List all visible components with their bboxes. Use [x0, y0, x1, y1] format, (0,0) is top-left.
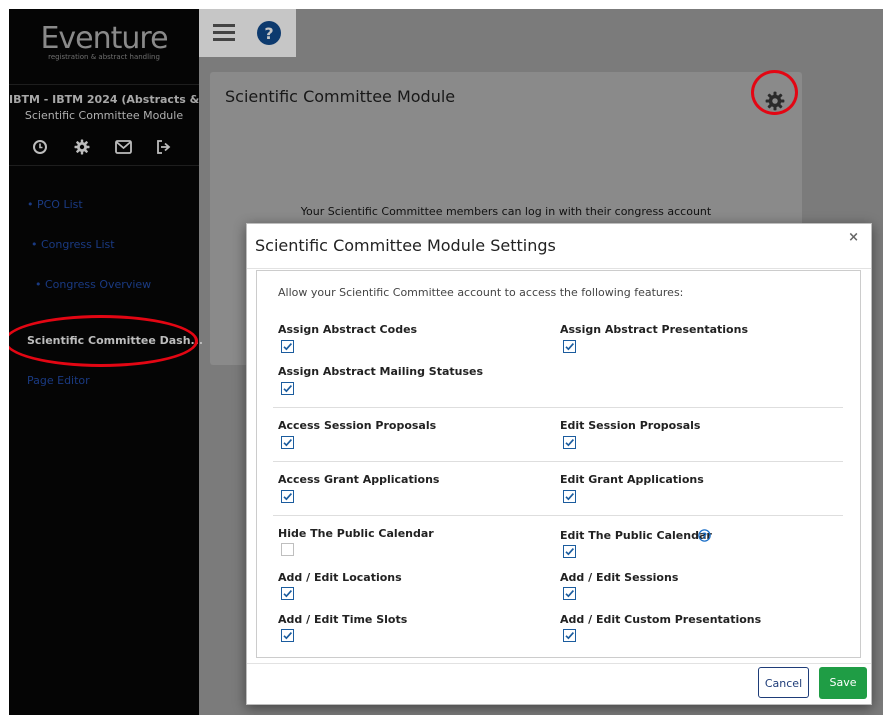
label-access-grant-applications: Access Grant Applications	[278, 473, 440, 486]
gear-icon[interactable]	[74, 139, 94, 157]
nav-item-page-editor[interactable]: Page Editor	[9, 374, 217, 387]
close-icon[interactable]: ×	[848, 230, 859, 245]
label-add-edit-sessions: Add / Edit Sessions	[560, 571, 679, 584]
intro-text: Allow your Scientific Committee account …	[278, 286, 684, 299]
logo: Eventure registration & abstract handlin…	[9, 21, 199, 62]
cancel-button[interactable]: Cancel	[758, 667, 809, 698]
menu-icon[interactable]	[213, 23, 235, 45]
topbar: ?	[199, 9, 296, 57]
nav-item-pco-list[interactable]: • PCO List	[9, 198, 217, 211]
group-divider	[273, 461, 843, 462]
modal-body: Allow your Scientific Committee account …	[256, 270, 861, 658]
context-title: IBTM - IBTM 2024 (Abstracts & Par...	[9, 93, 199, 106]
sidebar-divider	[9, 84, 199, 85]
help-icon[interactable]: ?	[257, 21, 281, 49]
checkbox-access-session-proposals[interactable]	[281, 436, 294, 449]
envelope-icon[interactable]	[115, 139, 135, 157]
page-title: Scientific Committee Module	[225, 87, 456, 106]
svg-text:?: ?	[264, 24, 273, 43]
checkbox-edit-grant-applications[interactable]	[563, 490, 576, 503]
label-edit-grant-applications: Edit Grant Applications	[560, 473, 704, 486]
label-assign-abstract-codes: Assign Abstract Codes	[278, 323, 418, 336]
label-assign-abstract-mailing-statuses: Assign Abstract Mailing Statuses	[278, 365, 484, 378]
checkbox-edit-public-calendar[interactable]	[563, 545, 576, 558]
save-button[interactable]: Save	[819, 667, 867, 699]
card-description: Your Scientific Committee members can lo…	[300, 205, 712, 218]
sidebar-divider	[9, 165, 199, 166]
checkbox-add-edit-time-slots[interactable]	[281, 629, 294, 642]
checkbox-edit-session-proposals[interactable]	[563, 436, 576, 449]
highlight-circle-settings	[751, 70, 798, 115]
clock-icon[interactable]	[32, 139, 52, 157]
logo-wordmark: Eventure	[40, 21, 168, 56]
context-subtitle: Scientific Committee Module	[24, 109, 184, 122]
group-divider	[273, 407, 843, 408]
checkbox-assign-abstract-codes[interactable]	[281, 340, 294, 353]
nav-item-congress-list[interactable]: • Congress List	[9, 238, 221, 251]
logo-tagline: registration & abstract handling	[48, 53, 160, 61]
modal-footer-divider	[247, 663, 871, 664]
label-add-edit-locations: Add / Edit Locations	[278, 571, 402, 584]
highlight-circle-nav	[9, 315, 198, 367]
svg-text:?: ?	[702, 532, 707, 542]
label-hide-public-calendar: Hide The Public Calendar	[278, 527, 434, 540]
label-edit-session-proposals: Edit Session Proposals	[560, 419, 701, 432]
checkbox-assign-abstract-mailing-statuses[interactable]	[281, 382, 294, 395]
checkbox-add-edit-locations[interactable]	[281, 587, 294, 600]
label-assign-abstract-presentations: Assign Abstract Presentations	[560, 323, 748, 336]
modal-title: Scientific Committee Module Settings	[255, 236, 556, 255]
settings-modal: Scientific Committee Module Settings × A…	[246, 223, 872, 705]
help-circle-icon[interactable]: ?	[698, 527, 711, 542]
group-divider	[273, 515, 843, 516]
label-add-edit-custom-presentations: Add / Edit Custom Presentations	[560, 613, 762, 626]
label-edit-public-calendar: Edit The Public Calendar	[560, 529, 712, 542]
nav-item-congress-overview[interactable]: • Congress Overview	[9, 278, 225, 291]
checkbox-hide-public-calendar[interactable]	[281, 543, 294, 556]
modal-header-divider	[247, 268, 871, 269]
app-frame: Eventure registration & abstract handlin…	[9, 9, 883, 715]
checkbox-assign-abstract-presentations[interactable]	[563, 340, 576, 353]
checkbox-add-edit-sessions[interactable]	[563, 587, 576, 600]
label-add-edit-time-slots: Add / Edit Time Slots	[278, 613, 408, 626]
logout-icon[interactable]	[156, 139, 176, 157]
checkbox-add-edit-custom-presentations[interactable]	[563, 629, 576, 642]
label-access-session-proposals: Access Session Proposals	[278, 419, 437, 432]
checkbox-access-grant-applications[interactable]	[281, 490, 294, 503]
